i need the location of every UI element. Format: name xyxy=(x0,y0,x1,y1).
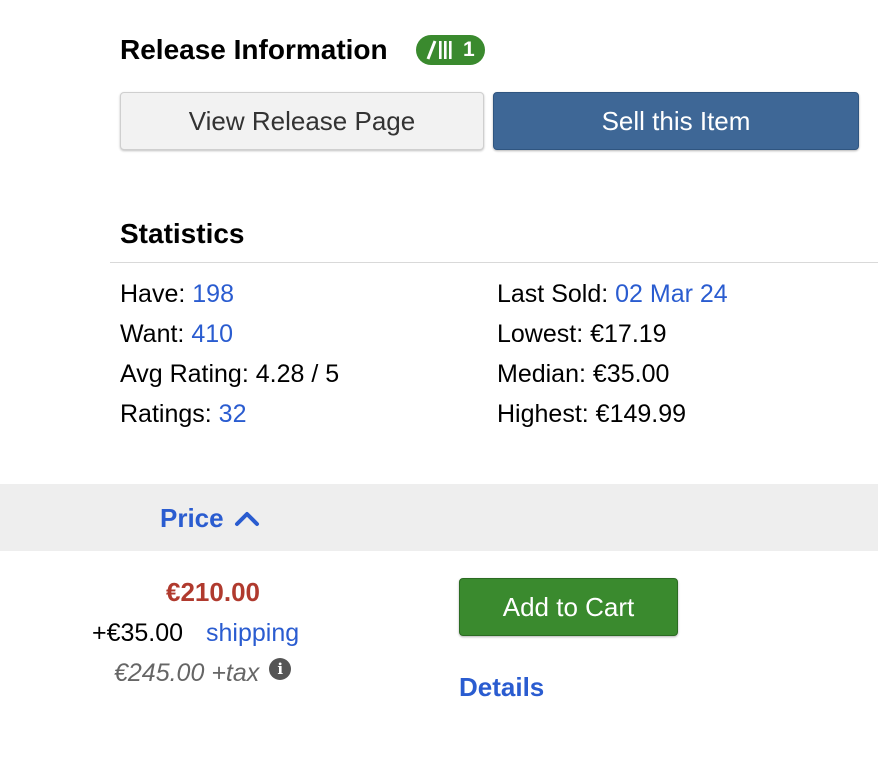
stat-lowest-label: Lowest: xyxy=(497,320,584,348)
stat-want: Want: 410 xyxy=(120,319,233,349)
total-price-line: €245.00 +tax i xyxy=(114,658,292,688)
stat-avg-rating-label: Avg Rating: xyxy=(120,360,249,388)
shipping-amount: +€35.00 xyxy=(92,619,184,647)
statistics-divider xyxy=(110,262,878,263)
stat-last-sold-label: Last Sold: xyxy=(497,280,609,308)
item-price: €210.00 xyxy=(166,577,260,607)
stat-lowest-value: €17.19 xyxy=(590,320,667,348)
details-link[interactable]: Details xyxy=(459,671,544,703)
info-icon[interactable]: i xyxy=(269,658,292,680)
stat-last-sold-link[interactable]: 02 Mar 24 xyxy=(615,280,728,308)
stat-last-sold: Last Sold: 02 Mar 24 xyxy=(497,279,728,309)
stat-ratings-label: Ratings: xyxy=(120,400,212,428)
stat-avg-rating: Avg Rating: 4.28 / 5 xyxy=(120,359,339,389)
stat-ratings-link[interactable]: 32 xyxy=(219,400,247,428)
stat-median-value: €35.00 xyxy=(592,360,670,388)
stat-highest-label: Highest: xyxy=(497,400,589,428)
price-column-header xyxy=(0,484,878,551)
stat-median: Median: €35.00 xyxy=(497,359,669,389)
vinyl-versions-icon xyxy=(426,40,452,60)
release-information-title: Release Information xyxy=(120,34,388,65)
stat-have: Have: 198 xyxy=(120,279,234,309)
stat-highest-value: €149.99 xyxy=(595,400,687,428)
stat-have-link[interactable]: 198 xyxy=(192,280,234,308)
stat-want-link[interactable]: 410 xyxy=(191,320,233,348)
view-release-page-button[interactable]: View Release Page xyxy=(120,92,484,150)
stat-lowest: Lowest: €17.19 xyxy=(497,319,667,349)
price-sort-toggle[interactable]: Price xyxy=(160,502,260,534)
sell-this-item-button[interactable]: Sell this Item xyxy=(493,92,859,150)
chevron-up-icon xyxy=(234,512,259,526)
stat-want-label: Want: xyxy=(120,320,185,348)
versions-badge[interactable]: 1 xyxy=(416,35,485,65)
shipping-link[interactable]: shipping xyxy=(206,619,299,647)
shipping-line: +€35.00 shipping xyxy=(92,618,299,648)
price-header-label: Price xyxy=(160,503,224,533)
stat-median-label: Median: xyxy=(497,360,586,388)
stat-avg-rating-value: 4.28 / 5 xyxy=(255,360,340,388)
stat-highest: Highest: €149.99 xyxy=(497,399,686,429)
statistics-title: Statistics xyxy=(120,218,245,249)
add-to-cart-button[interactable]: Add to Cart xyxy=(459,578,678,636)
total-price: €245.00 +tax xyxy=(114,659,260,687)
versions-count: 1 xyxy=(463,38,475,61)
stat-ratings: Ratings: 32 xyxy=(120,399,246,429)
stat-have-label: Have: xyxy=(120,280,186,308)
